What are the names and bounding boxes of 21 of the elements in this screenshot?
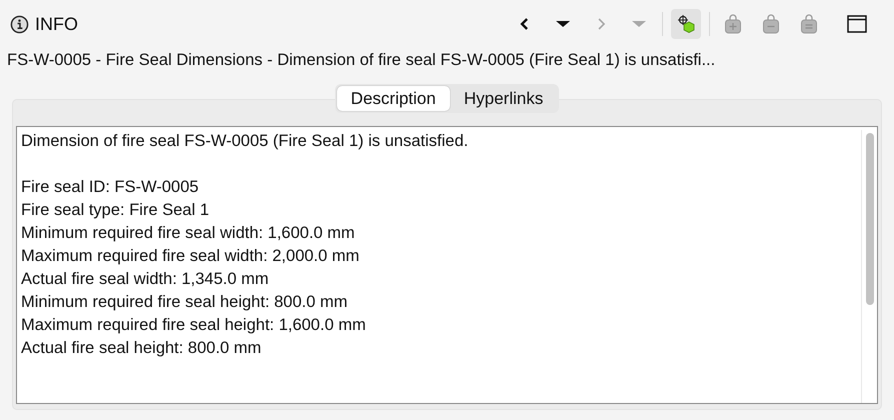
- scrollbar-thumb[interactable]: [866, 133, 874, 305]
- panel-title: INFO: [35, 12, 78, 36]
- bag-plus-icon: [724, 14, 742, 34]
- window-icon: [847, 15, 867, 33]
- description-line: Maximum required fire seal width: 2,000.0 mm: [21, 246, 360, 267]
- issue-subject: FS-W-0005 - Fire Seal Dimensions - Dimension of fire seal FS-W-0005 (Fire Seal 1) is unsatisfi...: [6, 50, 716, 71]
- description-line: Actual fire seal width: 1,345.0 mm: [21, 269, 269, 290]
- description-line: Minimum required fire seal height: 800.0 mm: [21, 292, 348, 313]
- info-icon: [10, 14, 29, 34]
- description-line: Fire seal type: Fire Seal 1: [21, 200, 209, 221]
- model-button[interactable]: [671, 9, 701, 39]
- bag-equal-icon: [800, 14, 818, 34]
- tab[interactable]: Hyperlinks: [450, 86, 558, 111]
- description-line: Actual fire seal height: 800.0 mm: [21, 338, 262, 359]
- bag-minus-icon: [762, 14, 780, 34]
- cube-icon: [676, 14, 696, 34]
- description-line: Fire seal ID: FS-W-0005: [21, 177, 199, 198]
- description-line: Minimum required fire seal width: 1,600.0 mm: [21, 223, 355, 244]
- description-line: Maximum required fire seal height: 1,600.0 mm: [21, 315, 366, 336]
- description-summary: Dimension of fire seal FS-W-0005 (Fire Seal 1) is unsatisfied.: [21, 131, 470, 152]
- tab[interactable]: Description: [336, 86, 450, 111]
